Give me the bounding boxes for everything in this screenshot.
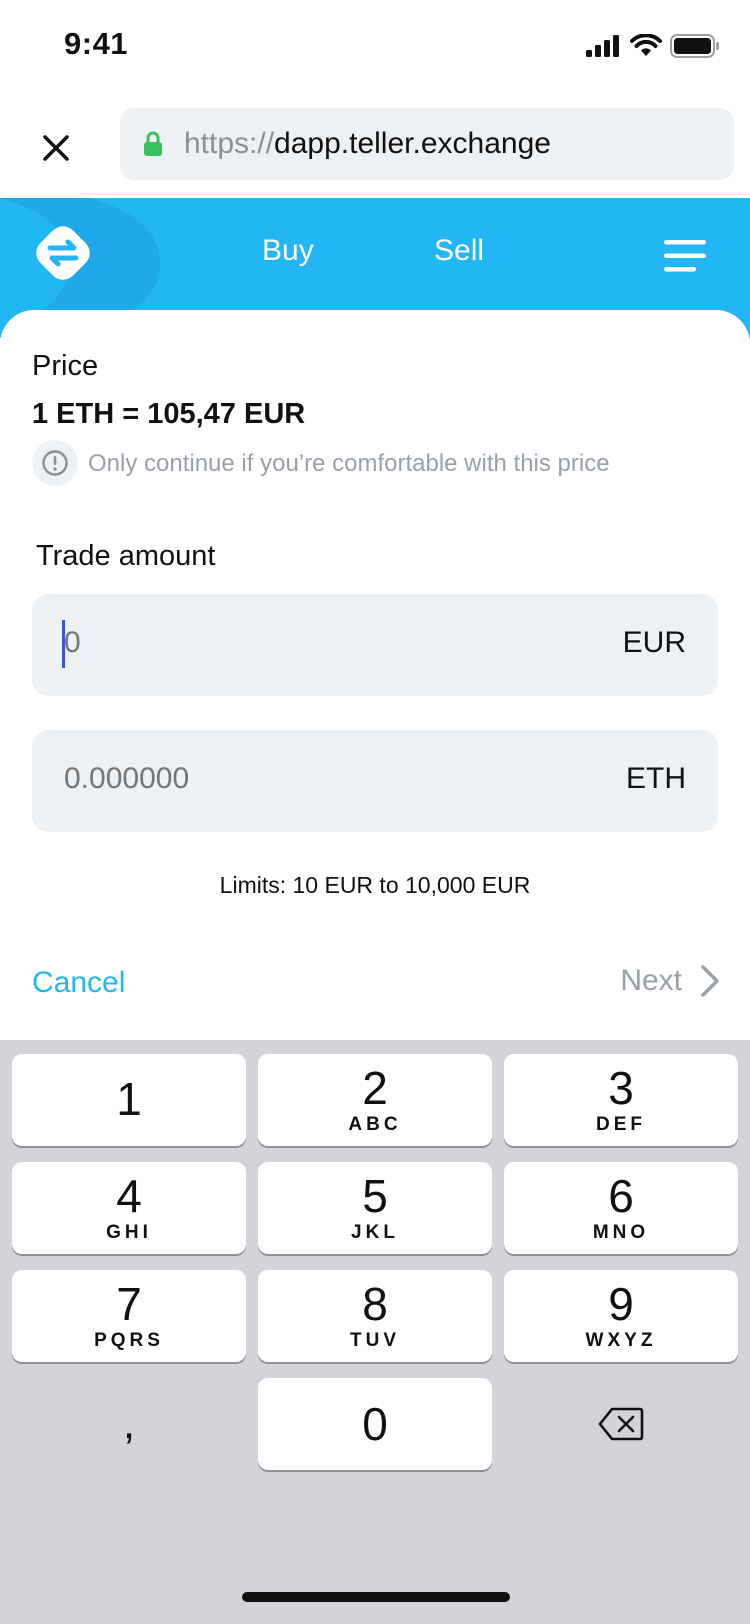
key-digit: 7 (116, 1278, 142, 1330)
text-caret (62, 620, 65, 668)
key-2[interactable]: 2 ABC (258, 1054, 492, 1146)
trade-sheet: Price 1 ETH = 105,47 EUR Only continue i… (0, 310, 750, 1040)
url-host: dapp.teller.exchange (274, 127, 551, 160)
next-label: Next (620, 964, 682, 997)
key-8[interactable]: 8 TUV (258, 1270, 492, 1362)
price-warning-text: Only continue if you’re comfortable with… (88, 450, 610, 477)
eth-currency-label: ETH (626, 762, 686, 795)
cellular-signal-icon (586, 35, 619, 57)
key-0[interactable]: 0 (258, 1378, 492, 1470)
nav-buy[interactable]: Buy (262, 234, 314, 268)
next-button[interactable]: Next (620, 964, 720, 998)
hamburger-menu-icon[interactable] (662, 238, 708, 274)
limits-text: Limits: 10 EUR to 10,000 EUR (219, 872, 531, 898)
wifi-icon (630, 34, 662, 56)
key-comma[interactable]: , (12, 1378, 246, 1470)
key-digit: 9 (608, 1278, 634, 1330)
warning-badge (32, 440, 78, 486)
key-6[interactable]: 6 MNO (504, 1162, 738, 1254)
close-button[interactable] (34, 126, 78, 170)
key-letters: DEF (596, 1114, 646, 1135)
key-delete[interactable] (504, 1378, 738, 1470)
battery-icon (670, 34, 719, 58)
key-5[interactable]: 5 JKL (258, 1162, 492, 1254)
url-bar[interactable]: https://dapp.teller.exchange (120, 108, 734, 180)
numeric-keyboard: 1 2 ABC 3 DEF 4 GHI 5 JKL 6 MNO 7 PQRS 8… (0, 1040, 750, 1624)
browser-bar: https://dapp.teller.exchange (0, 92, 750, 198)
key-digit: 6 (608, 1170, 634, 1222)
key-1[interactable]: 1 (12, 1054, 246, 1146)
key-4[interactable]: 4 GHI (12, 1162, 246, 1254)
key-digit: 4 (116, 1170, 142, 1222)
url-scheme: https:// (184, 127, 275, 160)
status-bar: 9:41 (0, 0, 750, 92)
key-9[interactable]: 9 WXYZ (504, 1270, 738, 1362)
key-digit: 8 (362, 1278, 388, 1330)
home-indicator (242, 1592, 510, 1602)
chevron-right-icon (701, 965, 719, 997)
comma-label: , (122, 1399, 136, 1448)
key-letters: ABC (348, 1114, 402, 1135)
key-letters: PQRS (94, 1330, 164, 1351)
key-letters: TUV (350, 1330, 400, 1351)
trade-amount-label: Trade amount (36, 540, 216, 572)
key-digit: 1 (116, 1073, 142, 1125)
key-letters: JKL (351, 1222, 399, 1243)
eth-amount-field[interactable]: ETH (32, 730, 718, 832)
key-digit: 2 (362, 1062, 388, 1114)
cancel-button[interactable]: Cancel (32, 966, 125, 1000)
key-3[interactable]: 3 DEF (504, 1054, 738, 1146)
teller-logo-icon[interactable] (30, 220, 96, 286)
close-icon (43, 135, 69, 161)
eur-amount-input[interactable] (64, 626, 464, 660)
eur-amount-field[interactable]: EUR (32, 594, 718, 696)
key-digit: 5 (362, 1170, 388, 1222)
lock-icon (142, 131, 164, 157)
key-letters: MNO (592, 1222, 650, 1243)
price-value: 1 ETH = 105,47 EUR (32, 398, 306, 430)
eth-amount-input[interactable] (64, 762, 464, 796)
status-icons (586, 34, 720, 58)
nav-sell[interactable]: Sell (434, 234, 484, 268)
key-7[interactable]: 7 PQRS (12, 1270, 246, 1362)
exclamation-circle-icon (42, 450, 68, 476)
eur-currency-label: EUR (622, 626, 686, 659)
backspace-icon (598, 1407, 644, 1441)
status-time: 9:41 (64, 26, 129, 61)
key-letters: GHI (106, 1222, 152, 1243)
price-label: Price (32, 350, 99, 382)
key-letters: WXYZ (585, 1330, 657, 1351)
key-digit: 0 (362, 1398, 388, 1450)
key-digit: 3 (608, 1062, 634, 1114)
